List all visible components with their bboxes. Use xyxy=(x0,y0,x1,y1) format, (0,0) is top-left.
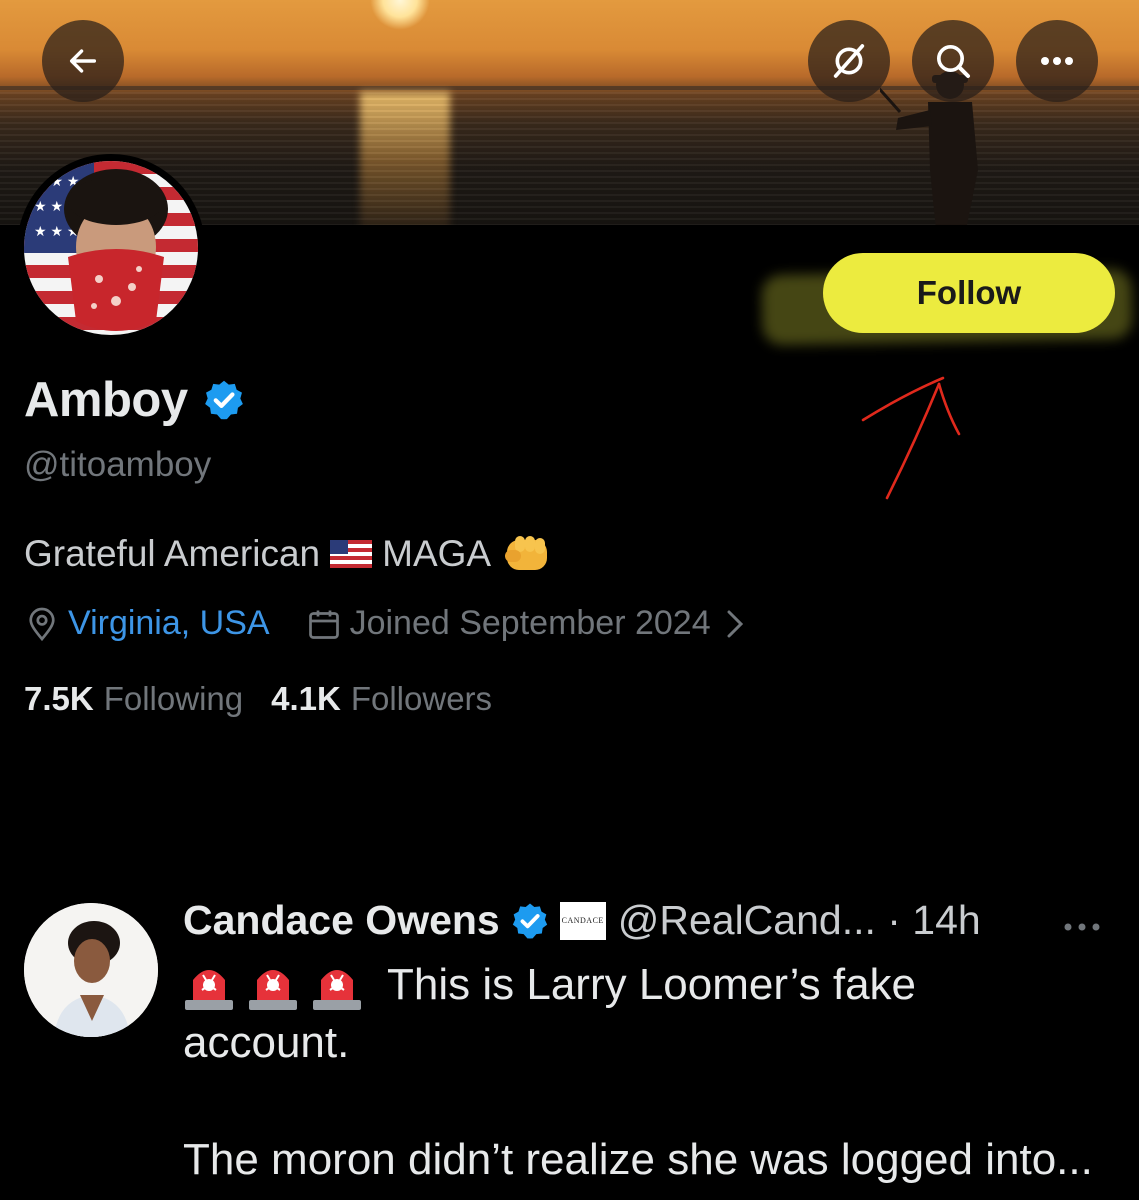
tweet-text-3: The moron didn’t realize she was logged … xyxy=(183,1135,1093,1184)
follow-button[interactable]: Follow xyxy=(823,253,1115,333)
chevron-right-icon[interactable] xyxy=(725,609,745,639)
siren-emoji-icon xyxy=(313,970,361,1010)
more-options-button[interactable] xyxy=(1016,20,1098,102)
tweet-author-avatar[interactable] xyxy=(24,903,158,1037)
tweet-text-2: account. xyxy=(183,1018,350,1067)
search-icon xyxy=(937,45,970,78)
bio-text-2: MAGA xyxy=(382,533,492,574)
profile-handle: @titoamboy xyxy=(24,445,212,484)
affiliate-badge[interactable]: CANDACE xyxy=(559,901,606,940)
siren-emoji-icon xyxy=(185,970,233,1010)
back-button[interactable] xyxy=(42,20,124,102)
grok-button[interactable] xyxy=(808,20,890,102)
profile-stats: 7.5K Following 4.1K Followers xyxy=(24,680,492,718)
display-name: Amboy xyxy=(24,373,188,427)
banner-sun xyxy=(370,0,430,30)
bio-text-1: Grateful American xyxy=(24,533,321,574)
avatar-image: ★ ★ ★ ★ ★ ★ ★ ★ ★ xyxy=(24,161,198,335)
avatar[interactable]: ★ ★ ★ ★ ★ ★ ★ ★ ★ xyxy=(24,161,198,335)
siren-emoji-icon xyxy=(249,970,297,1010)
profile-joined-date[interactable]: Joined September 2024 xyxy=(350,604,711,643)
more-horizontal-icon xyxy=(1041,57,1073,65)
location-pin-icon xyxy=(29,607,55,641)
search-button[interactable] xyxy=(912,20,994,102)
following-label: Following xyxy=(103,680,244,717)
fist-emoji-icon xyxy=(505,536,548,570)
grok-slash-icon xyxy=(833,44,865,78)
profile-location[interactable]: Virginia, USA xyxy=(68,604,270,643)
profile-meta: Virginia, USA Joined September 2024 xyxy=(24,604,745,643)
us-flag-emoji-icon xyxy=(330,540,373,568)
tweet-header: Candace Owens CANDACE @RealCand... · 14h xyxy=(183,897,981,944)
following-link[interactable]: 7.5K Following xyxy=(24,680,243,718)
verified-badge-icon xyxy=(512,903,547,938)
verified-badge-icon xyxy=(204,380,243,420)
calendar-icon xyxy=(308,610,339,639)
followers-link[interactable]: 4.1K Followers xyxy=(271,680,492,718)
tweet-author-name[interactable]: Candace Owens xyxy=(183,897,500,944)
profile-name-row: Amboy xyxy=(24,372,246,428)
following-count: 7.5K xyxy=(24,680,94,717)
tweet-author-handle-time: @RealCand... · 14h xyxy=(617,897,981,943)
arrow-left-icon xyxy=(69,49,97,73)
tweet-text-1: This is Larry Loomer’s fake xyxy=(387,960,917,1009)
red-arrow-annotation xyxy=(861,376,961,500)
followers-count: 4.1K xyxy=(271,680,341,717)
tweet-avatar-image xyxy=(24,903,158,1037)
tweet-more-button[interactable] xyxy=(1062,906,1102,940)
profile-bio: Grateful American MAGA xyxy=(24,532,553,576)
tweet-text-line-1: This is Larry Loomer’s fake xyxy=(183,958,916,1012)
followers-label: Followers xyxy=(350,680,493,717)
more-horizontal-icon xyxy=(1064,923,1100,931)
